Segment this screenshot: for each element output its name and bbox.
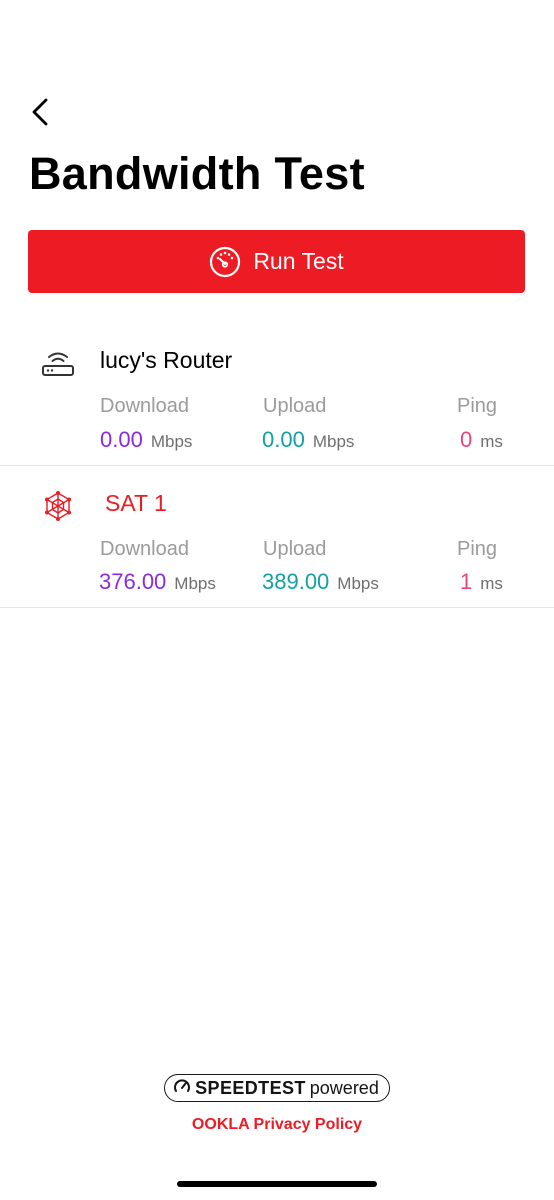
back-button[interactable] (22, 96, 58, 132)
bandwidth-test-screen: Bandwidth Test Run Test lucy's Router Do… (0, 0, 554, 1200)
upload-unit: Mbps (312, 432, 355, 451)
upload-value-group: 389.00 Mbps (262, 569, 379, 595)
upload-value-group: 0.00 Mbps (262, 427, 354, 453)
footer: SPEEDTEST powered OOKLA Privacy Policy (0, 1074, 554, 1134)
download-label: Download (100, 538, 189, 560)
device-row-sat1[interactable]: SAT 1 Download Upload Ping 376.00 Mbps 38… (0, 466, 554, 608)
satellite-mesh-icon (38, 486, 78, 526)
download-value-group: 376.00 Mbps (99, 569, 216, 595)
chevron-left-icon (30, 97, 50, 132)
speedometer-icon (173, 1077, 191, 1100)
download-label: Download (100, 395, 189, 417)
ping-value: 1 (460, 569, 473, 594)
upload-label: Upload (263, 395, 327, 417)
ping-label: Ping (457, 395, 498, 417)
download-value: 376.00 (99, 569, 167, 594)
speedtest-brand: SPEEDTEST (195, 1077, 306, 1098)
ping-label: Ping (457, 538, 498, 560)
ping-unit: ms (480, 574, 503, 593)
ping-unit: ms (480, 432, 503, 451)
router-icon (38, 344, 78, 384)
privacy-policy-link[interactable]: OOKLA Privacy Policy (0, 1116, 554, 1134)
ping-value: 0 (460, 427, 473, 452)
download-unit: Mbps (174, 574, 216, 593)
ping-value-group: 0 ms (460, 427, 503, 453)
run-test-button[interactable]: Run Test (28, 230, 525, 293)
download-value-group: 0.00 Mbps (100, 427, 192, 453)
device-name: SAT 1 (105, 490, 167, 516)
page-title: Bandwidth Test (29, 148, 365, 199)
upload-label: Upload (263, 538, 327, 560)
device-row-router[interactable]: lucy's Router Download Upload Ping 0.00 M… (0, 322, 554, 466)
device-name: lucy's Router (100, 347, 233, 373)
speedtest-powered-badge: SPEEDTEST powered (164, 1074, 390, 1102)
upload-unit: Mbps (337, 574, 379, 593)
download-unit: Mbps (150, 432, 193, 451)
run-test-label: Run Test (253, 248, 344, 274)
speedtest-powered: powered (309, 1077, 379, 1098)
home-indicator (177, 1181, 377, 1187)
ping-value-group: 1 ms (460, 569, 503, 595)
download-value: 0.00 (100, 427, 143, 452)
upload-value: 0.00 (262, 427, 305, 452)
upload-value: 389.00 (262, 569, 330, 594)
speedometer-icon (209, 246, 241, 278)
